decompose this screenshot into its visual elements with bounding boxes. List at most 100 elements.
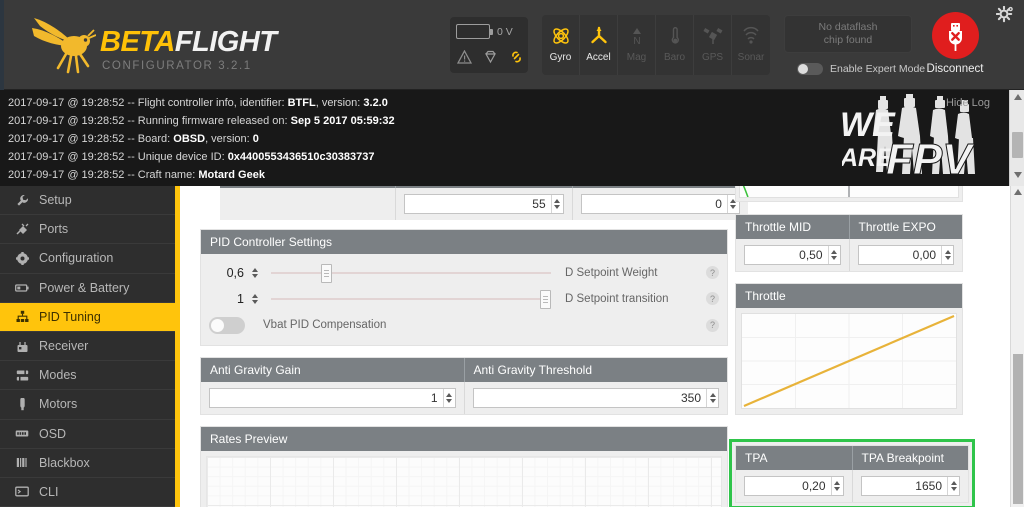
slider-track bbox=[271, 271, 551, 274]
mag-icon: N bbox=[626, 23, 648, 49]
hide-log-link[interactable]: Hide Log bbox=[946, 97, 990, 109]
slider-track bbox=[271, 297, 551, 300]
brand-flight: FLIGHT bbox=[174, 26, 277, 58]
anti-gravity-threshold-value: 350 bbox=[680, 391, 701, 405]
d-setpoint-transition-slider[interactable] bbox=[271, 289, 551, 309]
angle-limit-stepper[interactable] bbox=[550, 195, 563, 213]
sidebar-item-receiver[interactable]: Receiver bbox=[0, 332, 175, 362]
sidebar-item-label: Setup bbox=[39, 193, 72, 208]
settings-gear-icon[interactable] bbox=[995, 5, 1013, 28]
battery-icon bbox=[456, 24, 493, 39]
angle-limit-input[interactable]: 55 bbox=[404, 194, 564, 214]
tpa-breakpoint-stepper[interactable] bbox=[947, 477, 959, 495]
content-scrollbar-thumb[interactable] bbox=[1013, 354, 1023, 504]
sidebar-item-configuration[interactable]: Configuration bbox=[0, 244, 175, 274]
diamond-icon[interactable] bbox=[482, 48, 499, 65]
expert-mode-toggle[interactable] bbox=[797, 63, 823, 75]
throttle-mid-input[interactable]: 0,50 bbox=[744, 245, 841, 265]
log-line: 2017-09-17 @ 19:28:52 -- Craft name: Mot… bbox=[8, 169, 265, 181]
scroll-down-arrow-icon[interactable] bbox=[1010, 168, 1024, 181]
tpa-stepper[interactable] bbox=[830, 477, 843, 495]
sensitivity-input[interactable]: 0 bbox=[580, 194, 740, 214]
throttle-mid-stepper[interactable] bbox=[827, 246, 840, 264]
throttle-mid-header: Throttle MID bbox=[745, 220, 812, 234]
sidebar-item-label: Configuration bbox=[39, 251, 114, 266]
sidebar-item-cli[interactable]: CLI bbox=[0, 478, 175, 507]
d-setpoint-weight-number: 0,6 bbox=[209, 263, 261, 283]
d-setpoint-weight-stepper[interactable] bbox=[249, 264, 261, 282]
disconnect-button[interactable] bbox=[931, 12, 979, 59]
content-scrollbar[interactable] bbox=[1010, 186, 1024, 507]
status-icons-row bbox=[456, 48, 525, 65]
d-setpoint-weight-slider[interactable] bbox=[271, 263, 551, 283]
pid-controller-settings-title: PID Controller Settings bbox=[201, 230, 727, 254]
sliders-icon bbox=[14, 369, 30, 382]
d-setpoint-weight-help[interactable]: ? bbox=[703, 266, 719, 279]
anti-gravity-gain-input[interactable]: 1 bbox=[209, 388, 456, 408]
dataflash-status-button[interactable]: No dataflash chip found bbox=[784, 15, 912, 53]
rc-rate-chart-area bbox=[739, 186, 959, 198]
sidebar-item-label: CLI bbox=[39, 484, 59, 499]
d-setpoint-weight-input[interactable]: 0,6 bbox=[209, 263, 261, 283]
vbat-pid-compensation-help[interactable]: ? bbox=[703, 318, 719, 332]
anti-gravity-threshold-header: Anti Gravity Threshold bbox=[463, 358, 728, 382]
sidebar-item-label: Blackbox bbox=[39, 455, 90, 470]
sensor-label: Accel bbox=[586, 52, 611, 63]
anti-gravity-gain-cell: 1 bbox=[201, 382, 464, 414]
sidebar-item-label: OSD bbox=[39, 426, 67, 441]
angle-limit-value: 55 bbox=[532, 197, 546, 211]
sensor-indicator-group: Gyro Accel N Mag Baro GPS Sonar bbox=[542, 15, 770, 75]
d-setpoint-transition-value: 1 bbox=[237, 291, 244, 306]
anti-gravity-threshold-stepper[interactable] bbox=[706, 389, 718, 407]
sidebar-item-setup[interactable]: Setup bbox=[0, 186, 175, 216]
battery-voltage-label: 0 V bbox=[497, 25, 513, 38]
warning-icon[interactable] bbox=[456, 48, 473, 65]
help-icon[interactable]: ? bbox=[706, 266, 719, 279]
rates-preview-title: Rates Preview bbox=[201, 427, 727, 451]
vbat-pid-compensation-label: Vbat PID Compensation bbox=[263, 319, 387, 331]
sidebar-item-motors[interactable]: Motors bbox=[0, 390, 175, 420]
slider-knob[interactable] bbox=[539, 289, 551, 309]
expert-mode-label: Enable Expert Mode bbox=[830, 63, 926, 75]
throttle-expo-input[interactable]: 0,00 bbox=[857, 245, 954, 265]
expert-mode-control[interactable]: Enable Expert Mode bbox=[797, 63, 925, 75]
sensitivity-value: 0 bbox=[715, 197, 722, 211]
sidebar-item-blackbox[interactable]: Blackbox bbox=[0, 449, 175, 478]
sensor-label: Mag bbox=[626, 52, 647, 63]
throttle-expo-stepper[interactable] bbox=[941, 246, 953, 264]
disconnect-control[interactable]: Disconnect bbox=[925, 12, 985, 75]
link-icon[interactable] bbox=[508, 48, 525, 65]
d-setpoint-transition-input[interactable]: 1 bbox=[209, 289, 261, 309]
anti-gravity-gain-header: Anti Gravity Gain bbox=[210, 363, 301, 377]
tpa-breakpoint-input[interactable]: 1650 bbox=[860, 476, 960, 496]
help-icon[interactable]: ? bbox=[706, 292, 719, 305]
d-setpoint-transition-stepper[interactable] bbox=[249, 290, 261, 308]
dataflash-line-2: chip found bbox=[823, 34, 873, 46]
log-scrollbar-thumb[interactable] bbox=[1012, 132, 1023, 158]
content-scroll-up-arrow-icon[interactable] bbox=[1011, 186, 1024, 198]
gear-icon bbox=[14, 251, 30, 265]
motor-icon bbox=[14, 397, 30, 411]
d-setpoint-transition-help[interactable]: ? bbox=[703, 292, 719, 305]
battery-icon bbox=[14, 281, 30, 294]
scroll-up-arrow-icon[interactable] bbox=[1010, 90, 1024, 103]
tpa-input[interactable]: 0,20 bbox=[744, 476, 844, 496]
anti-gravity-threshold-input[interactable]: 350 bbox=[472, 388, 719, 408]
sidebar-item-modes[interactable]: Modes bbox=[0, 361, 175, 391]
anti-gravity-gain-stepper[interactable] bbox=[442, 389, 455, 407]
log-line: 2017-09-17 @ 19:28:52 -- Running firmwar… bbox=[8, 115, 395, 127]
sensor-accel: Accel bbox=[580, 15, 618, 75]
log-scrollbar[interactable] bbox=[1009, 90, 1024, 186]
vbat-pid-compensation-toggle[interactable] bbox=[209, 316, 245, 334]
sidebar-item-label: Power & Battery bbox=[39, 280, 130, 295]
d-setpoint-transition-row: 1 D Setpoint transition ? bbox=[209, 287, 719, 310]
slider-knob[interactable] bbox=[321, 263, 333, 283]
sidebar-item-osd[interactable]: OSD bbox=[0, 420, 175, 449]
throttle-expo-cell: 0,00 bbox=[848, 239, 963, 271]
svg-text:FPV: FPV bbox=[886, 135, 975, 184]
sidebar-item-ports[interactable]: Ports bbox=[0, 215, 175, 245]
tpa-breakpoint-cell: 1650 bbox=[851, 470, 969, 502]
sidebar-item-power-battery[interactable]: Power & Battery bbox=[0, 274, 175, 303]
sidebar-item-pid-tuning[interactable]: PID Tuning bbox=[0, 302, 175, 332]
help-icon[interactable]: ? bbox=[706, 318, 719, 332]
